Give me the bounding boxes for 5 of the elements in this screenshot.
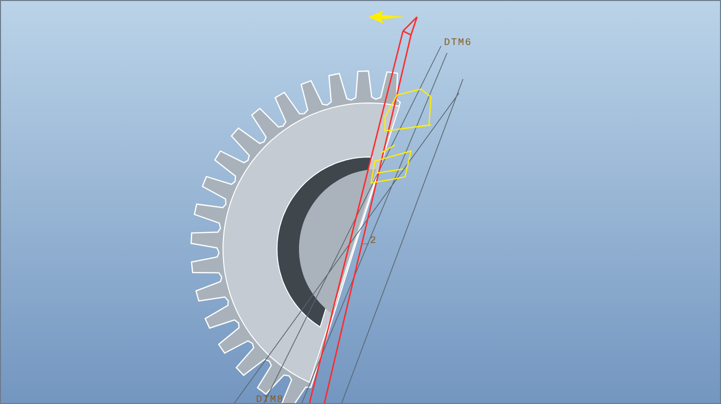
- datum-label: DTM6: [444, 39, 472, 49]
- arrow-icon: [368, 10, 404, 24]
- datum-label: DTM8: [256, 396, 284, 403]
- datum-label: _2: [363, 237, 378, 247]
- model-viewport[interactable]: DTM6 _2 DTM8: [0, 0, 721, 404]
